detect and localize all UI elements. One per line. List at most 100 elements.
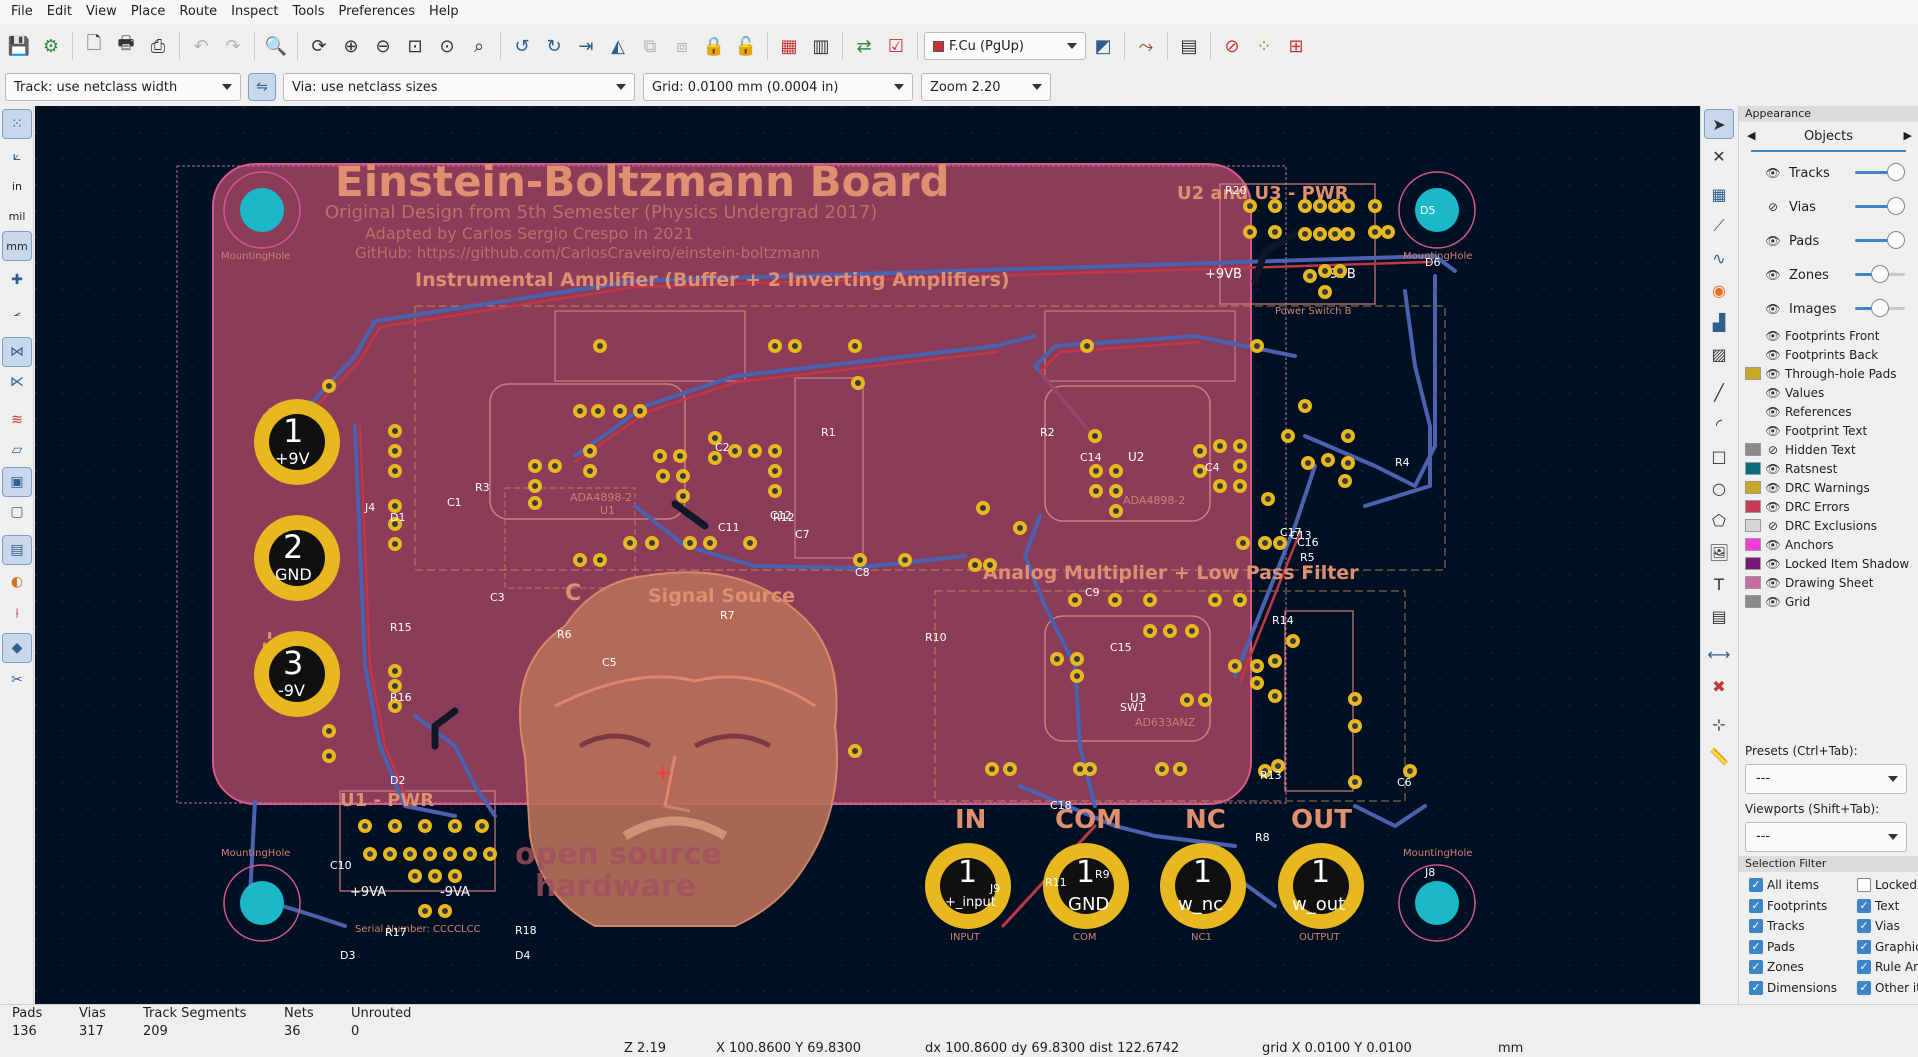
layer-row[interactable]: ⊘ DRC Exclusions <box>1739 516 1918 535</box>
checkbox-checked-icon[interactable]: ✓ <box>1749 960 1763 974</box>
layer-row[interactable]: 👁 Drawing Sheet <box>1739 573 1918 592</box>
pads-fill-icon[interactable]: ▣ <box>2 467 32 497</box>
menu-tools[interactable]: Tools <box>285 0 331 24</box>
units-mm-button[interactable]: mm <box>2 231 32 261</box>
eye-icon[interactable]: 👁 <box>1765 165 1781 181</box>
local-ratsnest-icon[interactable]: ✕ <box>1705 142 1733 170</box>
add-footprint-icon[interactable]: ▦ <box>1705 180 1733 208</box>
filter-item[interactable]: ✓ Tracks <box>1749 919 1805 933</box>
filter-item[interactable]: ✓ Dimensions <box>1749 980 1837 995</box>
menu-route[interactable]: Route <box>172 0 224 24</box>
console-icon[interactable]: ▤ <box>1174 31 1204 61</box>
track-width-select[interactable]: Track: use netclass width <box>5 73 241 101</box>
layer-color-swatch[interactable] <box>1745 576 1761 589</box>
slider-knob[interactable] <box>1871 299 1889 317</box>
microwave-tools-icon[interactable]: ✂ <box>3 666 31 694</box>
eye-icon[interactable]: 👁 <box>1765 556 1781 572</box>
zoom-select[interactable]: Zoom 2.20 <box>921 73 1051 101</box>
auto-track-width-icon[interactable]: ⇋ <box>248 73 276 101</box>
layer-color-swatch[interactable] <box>1745 424 1761 437</box>
layer-pair-icon[interactable]: ◩ <box>1088 31 1118 61</box>
filter-item[interactable]: ✓ All items <box>1749 878 1819 892</box>
delete-tool-icon[interactable]: ✖ <box>1705 672 1733 700</box>
undo-icon[interactable]: ↶ <box>186 31 216 61</box>
layer-color-swatch[interactable] <box>1745 405 1761 418</box>
layer-row[interactable]: 👁 DRC Errors <box>1739 497 1918 516</box>
tab-objects[interactable]: Objects <box>1804 129 1853 144</box>
layer-color-swatch[interactable] <box>1745 386 1761 399</box>
cursor-shape-icon[interactable]: ✚ <box>3 266 31 294</box>
grid-toggle-icon[interactable]: ⁙ <box>2 109 32 139</box>
eye-icon[interactable]: 👁 <box>1765 423 1781 439</box>
checkbox-checked-icon[interactable]: ✓ <box>1857 939 1871 954</box>
ungroup-icon[interactable]: ⧈ <box>667 31 697 61</box>
layer-row[interactable]: 👁 Through-hole Pads <box>1739 364 1918 383</box>
measure-icon[interactable]: ⦟ <box>3 298 31 326</box>
drc-icon[interactable]: ☑ <box>881 31 911 61</box>
checkbox-checked-icon[interactable]: ✓ <box>1857 980 1871 995</box>
net-highlight-icon[interactable]: ⟊ <box>3 600 31 628</box>
polar-coords-icon[interactable]: ⟀ <box>3 142 31 170</box>
layer-row[interactable]: 👁 Values <box>1739 383 1918 402</box>
find-icon[interactable]: 🔍 <box>261 31 291 61</box>
layer-color-swatch[interactable] <box>1745 500 1761 513</box>
checkbox-checked-icon[interactable]: ✓ <box>1749 878 1763 892</box>
layers-manager-icon[interactable]: ◆ <box>2 633 32 663</box>
pcb-canvas[interactable]: open source hardware Einstein-Boltzmann … <box>35 106 1700 1004</box>
menu-place[interactable]: Place <box>124 0 173 24</box>
add-textbox-icon[interactable]: ▤ <box>1705 602 1733 630</box>
filter-item[interactable]: ✓ Text <box>1857 898 1899 913</box>
eye-icon[interactable]: 👁 <box>1765 385 1781 401</box>
filter-item[interactable]: ✓ Other it <box>1857 980 1918 995</box>
layer-row[interactable]: 👁 Ratsnest <box>1739 459 1918 478</box>
menu-view[interactable]: View <box>79 0 124 24</box>
viewports-dropdown[interactable]: --- <box>1745 822 1907 852</box>
draw-polygon-icon[interactable]: ⬠ <box>1705 506 1733 534</box>
eye-icon[interactable]: 👁 <box>1765 301 1781 317</box>
zone-outline-icon[interactable]: ▱ <box>3 436 31 464</box>
eye-icon[interactable]: 👁 <box>1765 499 1781 515</box>
filter-item[interactable]: ✓ Vias <box>1857 919 1900 933</box>
menu-inspect[interactable]: Inspect <box>224 0 285 24</box>
flip-icon[interactable]: ⇥ <box>571 31 601 61</box>
menu-file[interactable]: File <box>4 0 40 24</box>
draw-rectangle-icon[interactable]: □ <box>1705 442 1733 470</box>
layer-row[interactable]: 👁 Anchors <box>1739 535 1918 554</box>
zoom-selection-icon[interactable]: ⌕ <box>464 31 494 61</box>
zoom-fit-icon[interactable]: ⊡ <box>400 31 430 61</box>
layer-color-swatch[interactable] <box>1745 443 1761 456</box>
slider-knob[interactable] <box>1887 231 1905 249</box>
opacity-slider[interactable] <box>1855 197 1905 215</box>
layer-row[interactable]: 👁 Locked Item Shadow <box>1739 554 1918 573</box>
checkbox-checked-icon[interactable]: ✓ <box>1857 919 1871 933</box>
eye-icon[interactable]: 👁 <box>1765 347 1781 363</box>
zoom-objects-icon[interactable]: ⊙ <box>432 31 462 61</box>
eye-icon[interactable]: 👁 <box>1765 328 1781 344</box>
slider-knob[interactable] <box>1887 163 1905 181</box>
eye-icon[interactable]: 👁 <box>1765 461 1781 477</box>
track-outline-icon[interactable]: ▤ <box>2 535 32 565</box>
rotate-ccw-icon[interactable]: ↺ <box>507 31 537 61</box>
menu-preferences[interactable]: Preferences <box>332 0 422 24</box>
layer-row[interactable]: ⊘ Hidden Text <box>1739 440 1918 459</box>
filter-item[interactable]: ✓ Footprints <box>1749 898 1827 913</box>
layer-row[interactable]: 👁 Grid <box>1739 592 1918 611</box>
tab-next-icon[interactable]: ▶ <box>1904 129 1912 142</box>
eye-icon[interactable]: 👁 <box>1765 366 1781 382</box>
layer-color-swatch[interactable] <box>1745 462 1761 475</box>
filter-item[interactable]: ✓ Zones <box>1749 960 1804 974</box>
netlist-icon[interactable]: ▦ <box>774 31 804 61</box>
checkbox-checked-icon[interactable]: ✓ <box>1749 919 1763 933</box>
opacity-slider[interactable] <box>1855 265 1905 283</box>
slider-knob[interactable] <box>1887 197 1905 215</box>
layer-color-swatch[interactable] <box>1745 538 1761 551</box>
eye-icon[interactable]: 👁 <box>1765 480 1781 496</box>
opacity-slider[interactable] <box>1855 231 1905 249</box>
page-settings-icon[interactable]: 🗋 <box>79 31 109 61</box>
slider-knob[interactable] <box>1871 265 1889 283</box>
eye-icon[interactable]: 👁 <box>1765 233 1781 249</box>
checkbox-unchecked-icon[interactable] <box>1857 878 1871 892</box>
eye-off-icon[interactable]: ⊘ <box>1765 199 1781 215</box>
draw-circle-icon[interactable]: ○ <box>1705 474 1733 502</box>
plugin-icon[interactable]: ⊞ <box>1281 31 1311 61</box>
